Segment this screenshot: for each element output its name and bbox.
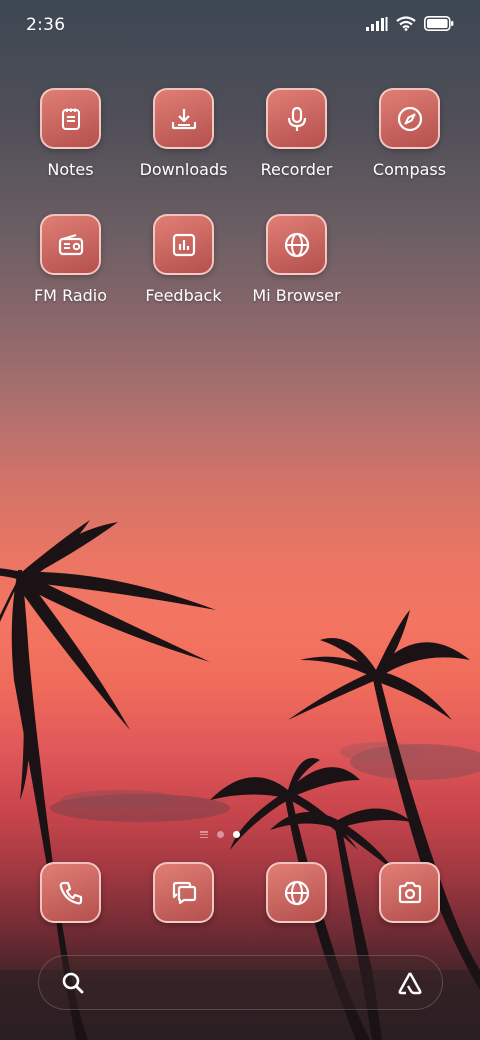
status-time: 2:36 [26,15,66,35]
app-tile[interactable] [379,88,440,149]
dock-camera[interactable] [379,862,440,923]
dock-messages[interactable] [153,862,214,923]
camera-icon [398,881,421,903]
page-dot[interactable] [217,831,224,838]
signal-icon [366,16,388,35]
globe-icon [284,880,309,905]
wifi-icon [396,16,416,35]
app-tile[interactable] [40,214,101,275]
app-notes[interactable]: Notes [14,88,127,179]
app-label: Recorder [260,160,333,179]
download-icon [171,108,196,129]
app-tile[interactable] [266,214,327,275]
dock-browser[interactable] [266,862,327,923]
app-fm-radio[interactable]: FM Radio [14,214,127,305]
feed-page-icon[interactable] [200,831,208,838]
radio-icon [58,233,83,255]
battery-icon [424,16,454,35]
bar-chart-icon [172,233,195,256]
search-icon[interactable] [61,971,85,999]
app-tile[interactable] [266,88,327,149]
app-recorder[interactable]: Recorder [240,88,353,179]
dock [0,862,480,924]
app-tile[interactable] [153,88,214,149]
messages-icon [172,881,196,904]
globe-icon [284,232,309,257]
assistant-icon[interactable] [396,970,424,1000]
app-label: Mi Browser [252,286,341,305]
dock-phone[interactable] [40,862,101,923]
page-dot-active[interactable] [233,831,240,838]
app-label: Feedback [145,286,222,305]
app-label: FM Radio [33,286,108,305]
app-label: Notes [47,160,94,179]
search-bar[interactable] [38,955,443,1010]
microphone-icon [287,106,306,131]
page-indicator [200,831,240,838]
status-icons [366,16,454,35]
app-label: Downloads [139,160,228,179]
compass-icon [397,106,422,131]
app-feedback[interactable]: Feedback [127,214,240,305]
phone-icon [59,881,82,904]
app-compass[interactable]: Compass [353,88,466,179]
app-downloads[interactable]: Downloads [127,88,240,179]
notes-icon [61,108,80,130]
status-bar: 2:36 [0,0,480,50]
app-tile[interactable] [40,88,101,149]
app-mi-browser[interactable]: Mi Browser [240,214,353,305]
app-label: Compass [372,160,447,179]
app-tile[interactable] [153,214,214,275]
